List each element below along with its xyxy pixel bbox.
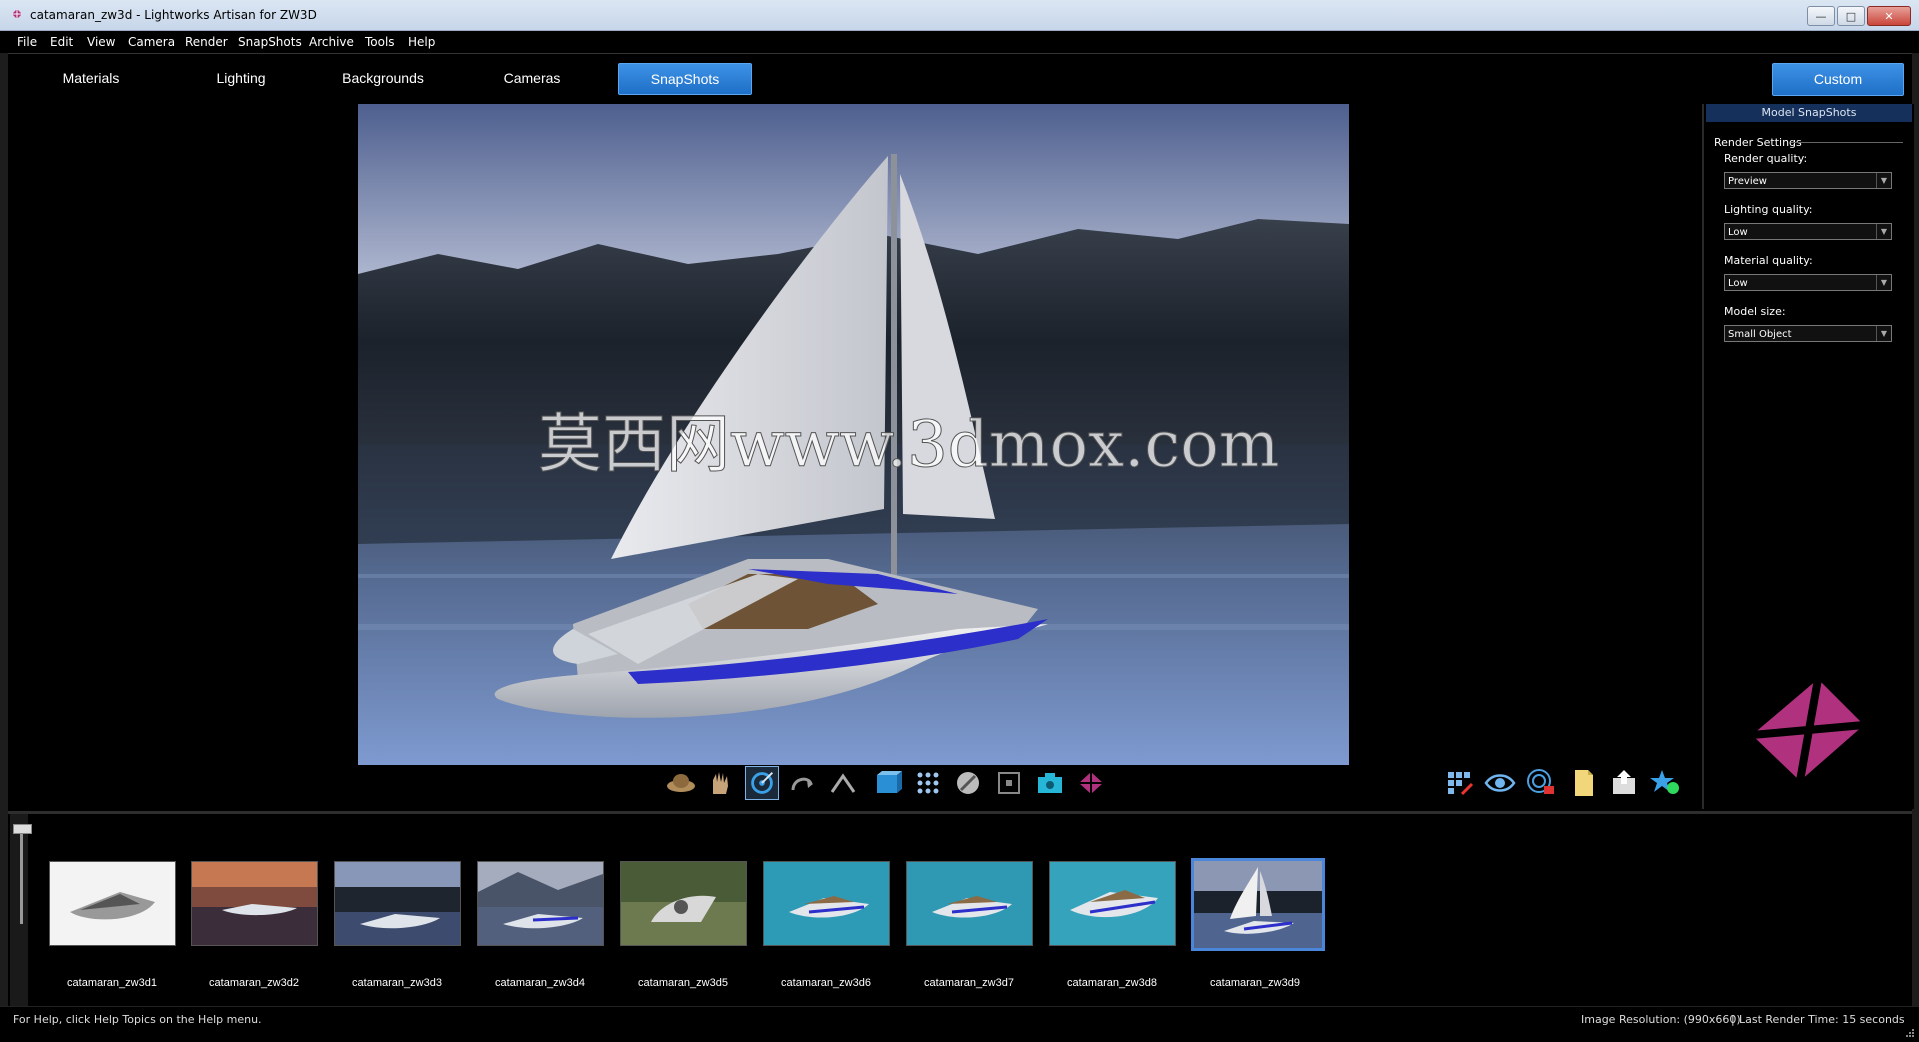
snapshot-label-2: catamaran_zw3d2 [209, 977, 299, 989]
star-icon[interactable] [1648, 766, 1682, 800]
model-size-label: Model size: [1724, 305, 1786, 318]
snapshot-label-1: catamaran_zw3d1 [67, 977, 157, 989]
menu-file[interactable]: File [17, 35, 37, 49]
pan-hand-icon[interactable] [704, 766, 738, 800]
watermark-text: 莫西网www.3dmox.com [538, 408, 1280, 482]
menu-edit[interactable]: Edit [50, 35, 73, 49]
snapshot-filmstrip: catamaran_zw3d1 catamaran_zw3d2 catamara… [8, 811, 1912, 1009]
tab-cameras[interactable]: Cameras [466, 63, 598, 93]
snapshot-label-3: catamaran_zw3d3 [352, 977, 442, 989]
lighting-quality-value: Low [1728, 227, 1748, 238]
camera-snap-icon[interactable] [1033, 766, 1067, 800]
target-render-icon[interactable] [1524, 766, 1558, 800]
tab-materials[interactable]: Materials [25, 63, 157, 93]
eye-icon[interactable] [1483, 766, 1517, 800]
snapshot-thumb-8[interactable] [1049, 861, 1176, 946]
snapshot-thumb-1[interactable] [49, 861, 176, 946]
custom-button[interactable]: Custom [1772, 63, 1904, 96]
snapshot-thumb-2[interactable] [191, 861, 318, 946]
last-render-time: Last Render Time: 15 seconds [1739, 1013, 1905, 1026]
minimize-button[interactable]: — [1807, 6, 1835, 26]
export-icon[interactable] [1607, 766, 1641, 800]
snapshot-thumb-4[interactable] [477, 861, 604, 946]
menu-camera[interactable]: Camera [128, 35, 175, 49]
snapshot-label-5: catamaran_zw3d5 [638, 977, 728, 989]
slider-thumb[interactable] [13, 824, 32, 834]
snapshot-thumb-6[interactable] [763, 861, 890, 946]
menu-tools[interactable]: Tools [365, 35, 395, 49]
snapshot-thumb-7[interactable] [906, 861, 1033, 946]
render-settings-heading: Render Settings [1714, 136, 1802, 149]
snapshot-thumb-3[interactable] [334, 861, 461, 946]
chevron-down-icon[interactable]: ▼ [1876, 326, 1891, 341]
artisan-logo-icon[interactable] [1074, 766, 1108, 800]
tab-backgrounds[interactable]: Backgrounds [317, 63, 449, 93]
grid-render-icon[interactable] [1442, 766, 1476, 800]
app-logo-icon [12, 9, 22, 19]
material-quality-value: Low [1728, 278, 1748, 289]
render-image: 莫西网www.3dmox.com [358, 104, 1349, 765]
status-help-text: For Help, click Help Topics on the Help … [13, 1013, 262, 1026]
lighting-quality-label: Lighting quality: [1724, 203, 1813, 216]
status-bar: For Help, click Help Topics on the Help … [0, 1006, 1919, 1042]
menu-view[interactable]: View [87, 35, 115, 49]
menu-render[interactable]: Render [185, 35, 228, 49]
snapshot-label-6: catamaran_zw3d6 [781, 977, 871, 989]
image-resolution: Image Resolution: (990x660) [1581, 1013, 1741, 1026]
render-quality-label: Render quality: [1724, 152, 1808, 165]
tab-snapshots[interactable]: SnapShots [618, 63, 752, 95]
status-separator: | [1731, 1013, 1735, 1026]
resize-grip-icon[interactable] [1905, 1028, 1915, 1038]
section-divider [1791, 142, 1903, 143]
frame-left [0, 53, 8, 1006]
close-button[interactable]: ✕ [1867, 6, 1911, 26]
snapshot-label-9: catamaran_zw3d9 [1210, 977, 1300, 989]
model-size-value: Small Object [1728, 329, 1792, 340]
menu-archive[interactable]: Archive [309, 35, 354, 49]
artisan-logo [1751, 678, 1865, 782]
menu-bar: File Edit View Camera Render SnapShots A… [0, 31, 1919, 54]
snapshots-panel: Model SnapShots Render Settings Render q… [1702, 104, 1914, 809]
render-quality-select[interactable]: Preview ▼ [1724, 172, 1892, 189]
tab-bar: Materials Lighting Backgrounds Cameras S… [8, 60, 1912, 100]
cube-icon[interactable] [870, 766, 904, 800]
chevron-down-icon[interactable]: ▼ [1876, 173, 1891, 188]
model-size-select[interactable]: Small Object ▼ [1724, 325, 1892, 342]
chevron-down-icon[interactable]: ▼ [1876, 275, 1891, 290]
frame-icon[interactable] [992, 766, 1026, 800]
lighting-quality-select[interactable]: Low ▼ [1724, 223, 1892, 240]
material-quality-label: Material quality: [1724, 254, 1813, 267]
snapshot-label-8: catamaran_zw3d8 [1067, 977, 1157, 989]
grid-dots-icon[interactable] [911, 766, 945, 800]
document-icon[interactable] [1566, 766, 1600, 800]
menu-help[interactable]: Help [408, 35, 435, 49]
snapshot-thumb-5[interactable] [620, 861, 747, 946]
panel-header: Model SnapShots [1706, 104, 1912, 122]
zoom-slider[interactable] [10, 814, 32, 1009]
chevron-down-icon[interactable]: ▼ [1876, 224, 1891, 239]
render-viewport[interactable]: 莫西网www.3dmox.com [358, 104, 1349, 765]
no-entry-icon[interactable] [951, 766, 985, 800]
orbit-icon[interactable] [664, 766, 698, 800]
title-bar: catamaran_zw3d - Lightworks Artisan for … [0, 0, 1919, 31]
render-quality-value: Preview [1728, 176, 1767, 187]
slider-track [20, 824, 23, 924]
snapshot-label-7: catamaran_zw3d7 [924, 977, 1014, 989]
maximize-button[interactable]: □ [1837, 6, 1865, 26]
snapshot-label-4: catamaran_zw3d4 [495, 977, 585, 989]
material-quality-select[interactable]: Low ▼ [1724, 274, 1892, 291]
camera-target-icon[interactable] [745, 766, 779, 800]
menu-snapshots[interactable]: SnapShots [238, 35, 302, 49]
snapshot-thumb-9[interactable] [1191, 858, 1325, 951]
window-title: catamaran_zw3d - Lightworks Artisan for … [30, 8, 317, 22]
arch-icon[interactable] [826, 766, 860, 800]
rotate-icon[interactable] [785, 766, 819, 800]
tab-lighting[interactable]: Lighting [175, 63, 307, 93]
